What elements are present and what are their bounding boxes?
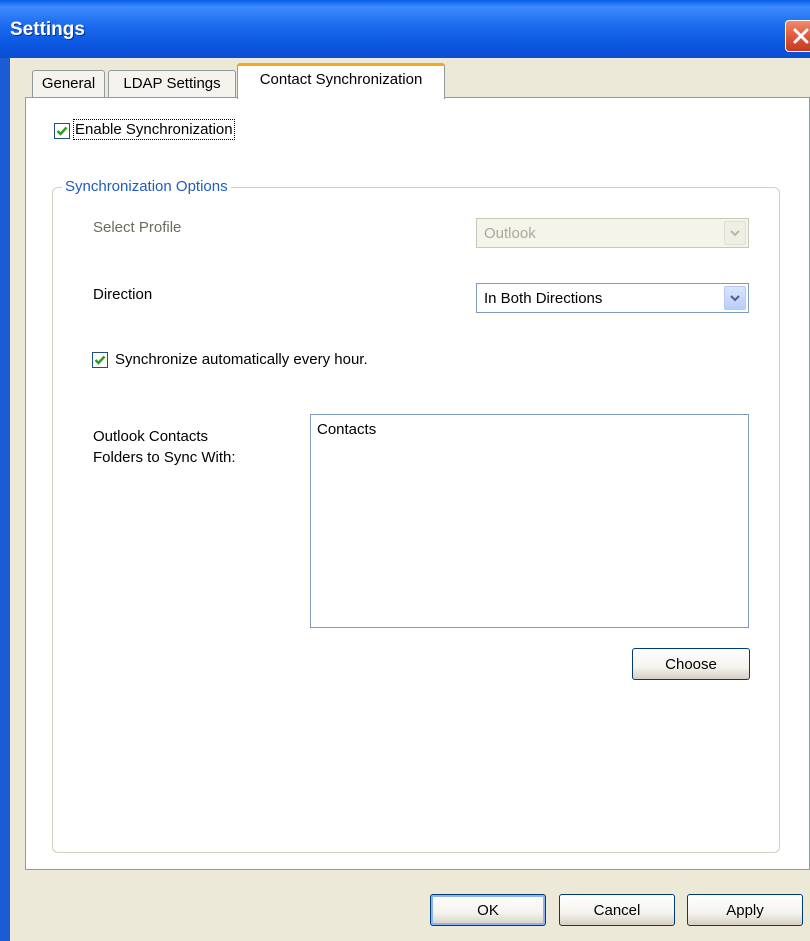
direction-combobox[interactable]: In Both Directions [476,283,749,313]
check-icon [94,355,106,365]
auto-sync-label[interactable]: Synchronize automatically every hour. [115,351,368,368]
close-icon [793,28,809,44]
ok-button[interactable]: OK [430,894,546,926]
auto-sync-checkbox[interactable] [92,352,108,368]
tab-contact-synchronization[interactable]: Contact Synchronization [237,63,445,99]
select-profile-value: Outlook [484,225,536,242]
tab-ldap-settings[interactable]: LDAP Settings [108,70,236,97]
close-button[interactable] [785,20,810,52]
window-title: Settings [10,19,85,40]
window-frame [0,58,10,941]
direction-label: Direction [93,286,153,303]
chevron-down-icon [730,230,740,237]
tab-general[interactable]: General [32,70,105,97]
choose-button[interactable]: Choose [632,648,750,680]
list-item[interactable]: Contacts [317,421,376,438]
chevron-down-icon [730,295,740,302]
tab-label: Contact Synchronization [259,71,423,88]
tab-label: LDAP Settings [123,75,221,92]
select-profile-label: Select Profile [93,219,182,236]
direction-value: In Both Directions [484,290,603,307]
contacts-folders-listbox[interactable]: Contacts [310,414,749,628]
settings-dialog: Settings General LDAP Settings Contact S… [0,0,810,941]
folders-label-line2: Folders to Sync With: [93,449,236,466]
tab-label: General [41,75,96,92]
apply-button[interactable]: Apply [687,894,803,926]
dropdown-button[interactable] [724,221,746,245]
folders-label-line1: Outlook Contacts [93,428,209,445]
check-icon [56,126,68,136]
title-bar[interactable]: Settings [0,0,810,58]
enable-sync-label[interactable]: Enable Synchronization [73,119,235,140]
dropdown-button[interactable] [724,286,746,310]
cancel-button[interactable]: Cancel [559,894,675,926]
group-legend: Synchronization Options [62,178,231,195]
enable-sync-checkbox[interactable] [54,123,70,139]
select-profile-combobox[interactable]: Outlook [476,218,749,248]
